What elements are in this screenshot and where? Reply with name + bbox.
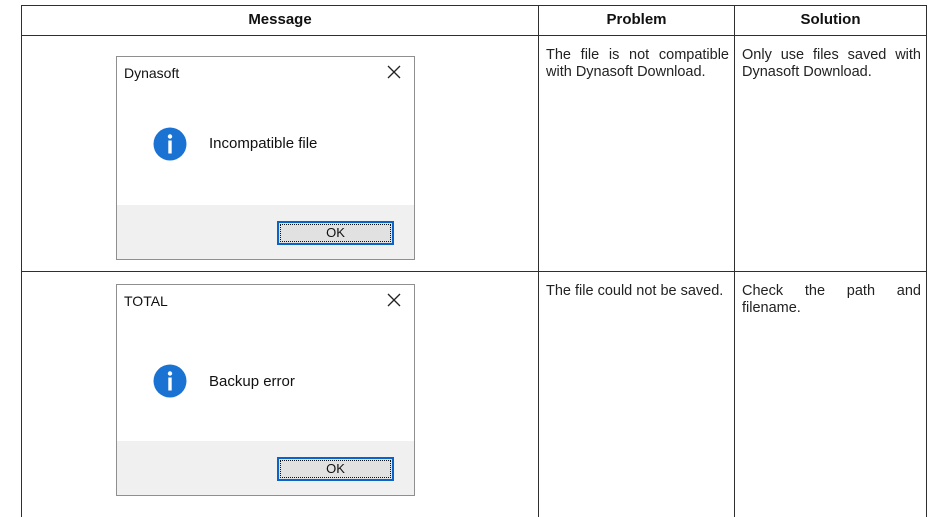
header-solution: Solution [800, 11, 861, 28]
info-icon [153, 364, 187, 398]
table-border-left [21, 5, 22, 517]
row-1-solution: Only use files saved with Dynasoft Downl… [742, 47, 921, 80]
dialog-backup-error: TOTAL Backup error OK [116, 284, 415, 496]
row-2-problem: The file could not be saved. [546, 283, 724, 299]
dialog-incompatible-file: Dynasoft Incompatible file OK [116, 56, 415, 260]
info-icon [153, 127, 187, 161]
table-border-right [926, 5, 927, 517]
table-col-divider-2 [734, 5, 735, 517]
dialog-message: Backup error [209, 373, 295, 390]
close-icon[interactable] [384, 62, 404, 82]
row-2-solution: Check the path and filename. [742, 283, 921, 316]
dialog-message: Incompatible file [209, 135, 318, 152]
close-icon[interactable] [384, 290, 404, 310]
row-1-problem: The file is not compatible with Dynasoft… [546, 47, 729, 80]
ok-button-label: OK [280, 224, 391, 242]
header-message: Message [248, 11, 312, 28]
header-problem: Problem [606, 11, 667, 28]
dialog-title: TOTAL [124, 293, 168, 309]
table-col-divider-1 [538, 5, 539, 517]
dialog-footer: OK [117, 441, 414, 495]
ok-button-label: OK [280, 460, 391, 478]
table-row-divider [21, 271, 927, 272]
ok-button[interactable]: OK [277, 221, 394, 245]
dialog-title: Dynasoft [124, 65, 180, 81]
dialog-footer: OK [117, 205, 414, 259]
table-header-divider [21, 35, 927, 36]
ok-button[interactable]: OK [277, 457, 394, 481]
